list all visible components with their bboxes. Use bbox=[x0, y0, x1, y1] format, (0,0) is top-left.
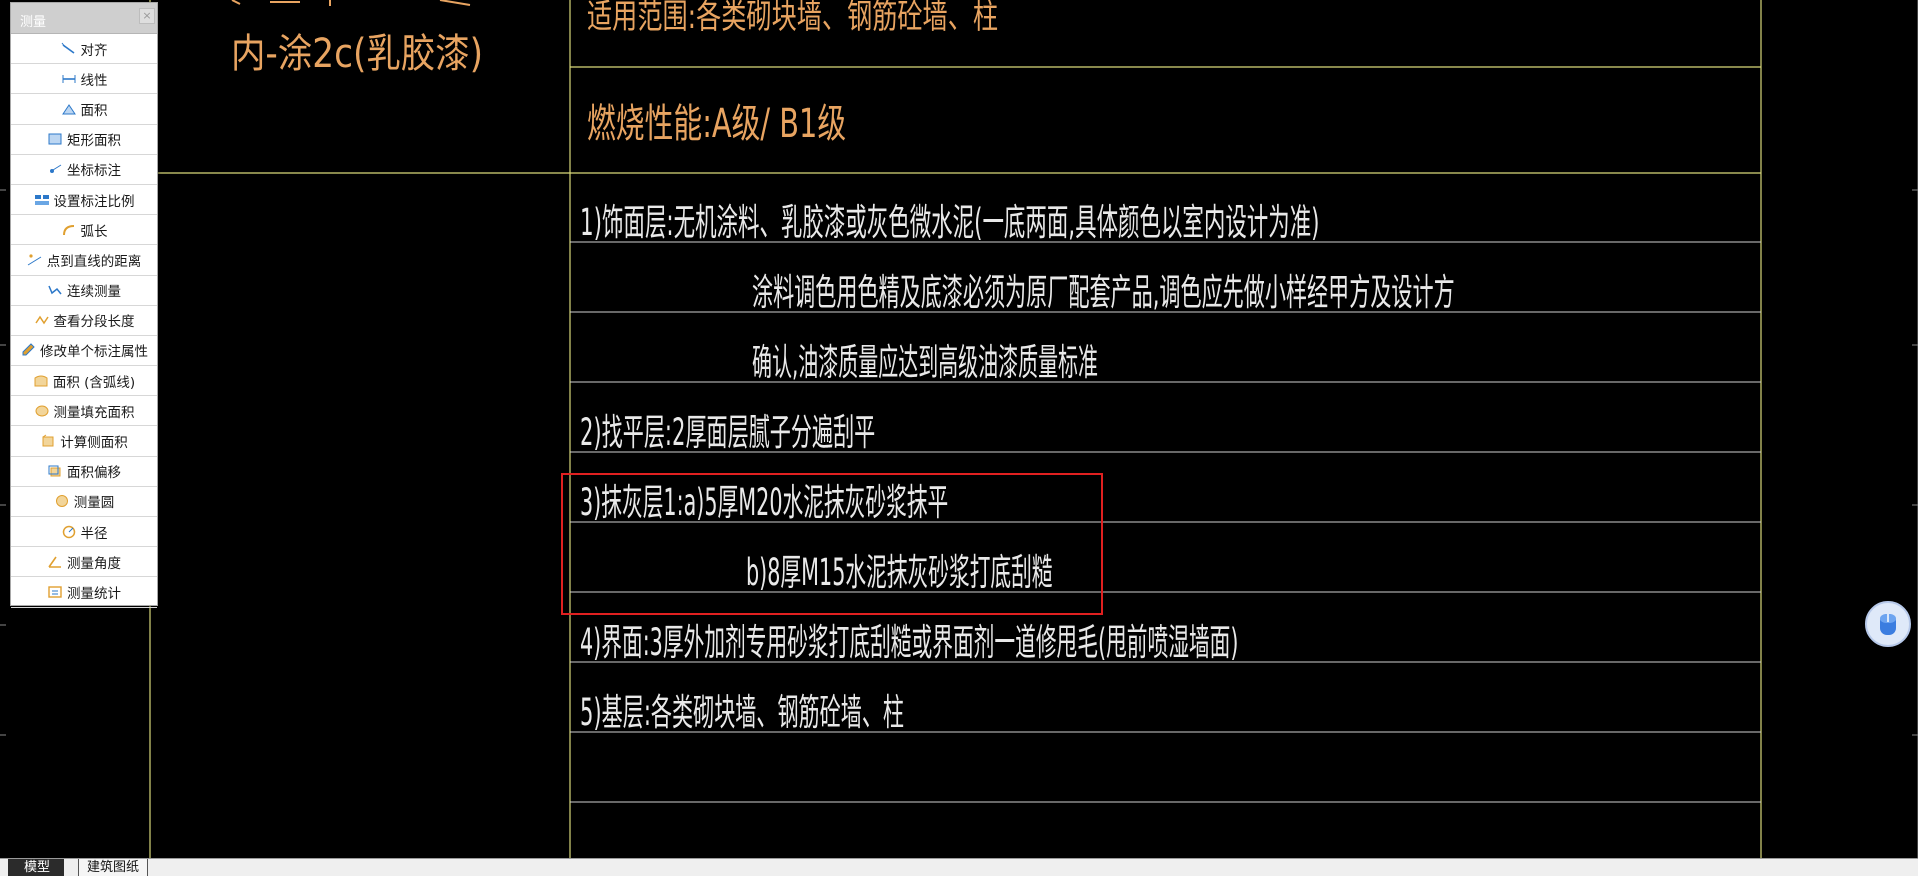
measure-item-label: 测量圆 bbox=[73, 495, 115, 512]
tab-architecture-drawing[interactable]: 建筑图纸 bbox=[78, 859, 149, 876]
statistics-icon bbox=[47, 585, 63, 599]
measure-item-circle-measure[interactable]: 测量圆 bbox=[11, 487, 157, 517]
measure-item-label: 测量统计 bbox=[67, 585, 121, 602]
close-icon[interactable]: × bbox=[139, 8, 155, 24]
measure-item-label: 测量填充面积 bbox=[53, 404, 135, 421]
measure-item-label: 面积 (含弧线) bbox=[52, 374, 136, 391]
measure-item-linear-measure[interactable]: 线性 bbox=[11, 64, 157, 95]
cad-drawing-canvas[interactable]: 内-涂2c(乳胶漆) 适用范围:各类砌块墙、钢筋砼墙、柱 燃烧性能:A级/ B1… bbox=[0, 0, 1918, 858]
mouse-icon bbox=[1880, 614, 1896, 635]
measure-item-label: 设置标注比例 bbox=[53, 193, 135, 210]
measure-item-label: 矩形面积 bbox=[67, 133, 121, 150]
left-finish-label: 内-涂2c(乳胶漆) bbox=[231, 31, 484, 77]
measure-item-label: 连续测量 bbox=[67, 284, 121, 301]
measure-item-label: 修改单个标注属性 bbox=[40, 344, 148, 361]
fill-area-icon bbox=[34, 404, 50, 418]
measure-item-label: 弧长 bbox=[80, 223, 108, 240]
arc-area-icon bbox=[33, 374, 49, 388]
scope-text: 适用范围:各类砌块墙、钢筋砼墙、柱 bbox=[587, 0, 999, 37]
side-area-icon bbox=[40, 434, 56, 448]
measure-item-continuous-measure[interactable]: 连续测量 bbox=[11, 276, 157, 306]
measure-item-rect-area[interactable]: 矩形面积 bbox=[11, 125, 157, 155]
measure-item-arc-length[interactable]: 弧长 bbox=[11, 215, 157, 246]
angle-icon bbox=[47, 555, 63, 569]
measure-item-angle[interactable]: 测量角度 bbox=[11, 547, 157, 578]
measure-panel-title: 测量 bbox=[20, 15, 47, 30]
measure-panel-header[interactable]: 测量 × bbox=[11, 3, 157, 34]
spec-line-1c: 确认,油漆质量应达到高级油漆质量标准 bbox=[752, 341, 1099, 384]
measure-item-fill-area[interactable]: 测量填充面积 bbox=[11, 396, 157, 427]
spec-line-5: 5)基层:各类砌块墙、钢筋砼墙、柱 bbox=[580, 691, 905, 734]
measure-item-edit-annotation[interactable]: 修改单个标注属性 bbox=[11, 336, 157, 367]
area-offset-icon bbox=[47, 464, 63, 478]
measure-item-segment-length[interactable]: 查看分段长度 bbox=[11, 306, 157, 336]
measure-item-label: 测量角度 bbox=[67, 555, 121, 572]
segment-length-icon bbox=[34, 313, 50, 327]
arc-length-icon bbox=[61, 223, 77, 237]
measure-item-point-line-distance[interactable]: 点到直线的距离 bbox=[11, 245, 157, 276]
spec-line-4: 4)界面:3厚外加剂专用砂浆打底刮糙或界面剂一道修甩毛(甩前喷湿墙面) bbox=[580, 621, 1239, 664]
radius-icon bbox=[61, 525, 77, 539]
scale-settings-icon bbox=[34, 193, 50, 207]
measure-item-scale-settings[interactable]: 设置标注比例 bbox=[11, 185, 157, 216]
spec-line-1b: 涂料调色用色精及底漆必须为原厂配套产品,调色应先做小样经甲方及设计方 bbox=[752, 271, 1455, 314]
linear-measure-icon bbox=[61, 72, 77, 86]
measure-item-coordinate[interactable]: 坐标标注 bbox=[11, 155, 157, 185]
measure-item-label: 面积 bbox=[80, 102, 108, 119]
measure-item-label: 计算侧面积 bbox=[60, 435, 128, 452]
measure-item-area-offset[interactable]: 面积偏移 bbox=[11, 457, 157, 487]
fire-rating-text: 燃烧性能:A级/ B1级 bbox=[587, 101, 847, 147]
measure-item-label: 线性 bbox=[80, 72, 108, 89]
measure-item-label: 半径 bbox=[80, 525, 108, 542]
rect-area-icon bbox=[47, 132, 63, 146]
selection-highlight-box bbox=[561, 473, 1103, 615]
area-icon bbox=[61, 102, 77, 116]
continuous-measure-icon bbox=[47, 283, 63, 297]
measure-item-align-measure[interactable]: 对齐 bbox=[11, 34, 157, 65]
measure-item-label: 查看分段长度 bbox=[53, 314, 135, 331]
measure-item-label: 坐标标注 bbox=[67, 163, 121, 180]
point-line-distance-icon bbox=[27, 253, 43, 267]
spec-line-1: 1)饰面层:无机涂料、乳胶漆或灰色微水泥(一底两面,具体颜色以室内设计为准) bbox=[580, 201, 1320, 244]
measure-item-label: 点到直线的距离 bbox=[46, 253, 142, 270]
layout-tab-bar: 模型 建筑图纸 bbox=[0, 858, 1918, 876]
align-measure-icon bbox=[61, 42, 77, 56]
measure-item-statistics[interactable]: 测量统计 bbox=[11, 577, 157, 608]
floating-assistant-button[interactable] bbox=[1865, 601, 1911, 647]
measure-item-radius[interactable]: 半径 bbox=[11, 517, 157, 548]
spec-line-2: 2)找平层:2厚面层腻子分遍刮平 bbox=[580, 411, 876, 454]
measure-item-label: 对齐 bbox=[80, 42, 108, 59]
measure-item-side-area[interactable]: 计算侧面积 bbox=[11, 426, 157, 457]
edit-annotation-icon bbox=[20, 343, 36, 357]
drawing-lines bbox=[0, 0, 1918, 858]
measure-panel[interactable]: 测量 × 对齐线性面积矩形面积坐标标注设置标注比例 弧长点到直线的距离 连续测量查看… bbox=[10, 2, 158, 608]
measure-item-area[interactable]: 面积 bbox=[11, 94, 157, 125]
coordinate-icon bbox=[47, 162, 63, 176]
measure-item-label: 面积偏移 bbox=[67, 465, 121, 482]
tab-model[interactable]: 模型 bbox=[8, 859, 65, 876]
measure-item-arc-area[interactable]: 面积 (含弧线) bbox=[11, 366, 157, 397]
circle-measure-icon bbox=[54, 494, 70, 508]
